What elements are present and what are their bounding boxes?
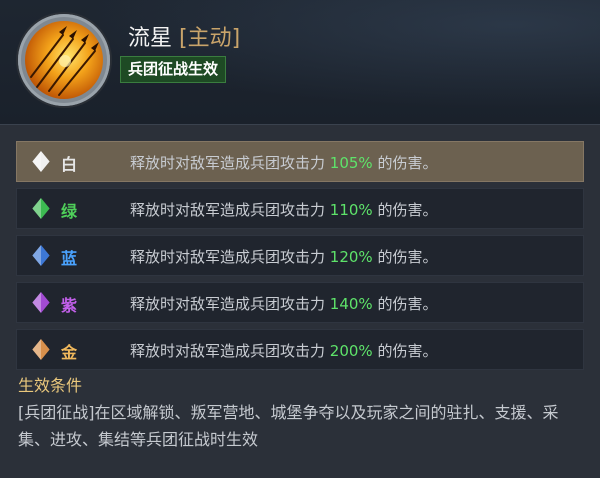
tier-desc-suffix: 的伤害。	[372, 342, 438, 360]
tier-desc-suffix: 的伤害。	[372, 154, 438, 172]
tier-row[interactable]: 白 释放时对敌军造成兵团攻击力 105% 的伤害。	[16, 141, 584, 182]
tier-damage-value: 105%	[329, 154, 373, 172]
tier-desc-suffix: 的伤害。	[372, 248, 438, 266]
tier-description: 释放时对敌军造成兵团攻击力 140% 的伤害。	[130, 293, 437, 314]
tier-damage-value: 120%	[329, 248, 373, 266]
tier-row[interactable]: 蓝 释放时对敌军造成兵团攻击力 120% 的伤害。	[16, 235, 584, 276]
meteor-skill-icon	[18, 14, 110, 106]
skill-type: [主动]	[179, 26, 241, 51]
green-gem-icon	[32, 197, 50, 220]
tier-desc-prefix: 释放时对敌军造成兵团攻击力	[130, 342, 330, 360]
blue-gem-icon	[32, 244, 50, 267]
white-gem-icon	[32, 150, 50, 173]
tier-row[interactable]: 紫 释放时对敌军造成兵团攻击力 140% 的伤害。	[16, 282, 584, 323]
tier-description: 释放时对敌军造成兵团攻击力 110% 的伤害。	[130, 199, 437, 220]
tier-row[interactable]: 金 释放时对敌军造成兵团攻击力 200% 的伤害。	[16, 329, 584, 370]
tier-desc-prefix: 释放时对敌军造成兵团攻击力	[130, 248, 330, 266]
tier-name: 紫	[61, 296, 78, 315]
tier-damage-value: 200%	[329, 342, 373, 360]
tier-row[interactable]: 绿 释放时对敌军造成兵团攻击力 110% 的伤害。	[16, 188, 584, 229]
tier-desc-prefix: 释放时对敌军造成兵团攻击力	[130, 154, 330, 172]
tier-name: 绿	[61, 202, 78, 221]
tier-name: 蓝	[61, 249, 78, 268]
purple-gem-icon	[32, 291, 50, 314]
tier-desc-suffix: 的伤害。	[372, 295, 438, 313]
skill-name: 流星	[128, 26, 173, 51]
tier-list: 白释放时对敌军造成兵团攻击力 105% 的伤害。绿释放时对敌军造成兵团攻击力 1…	[16, 141, 584, 376]
conditions-title: 生效条件	[18, 376, 83, 395]
skill-title: 流星 [主动]	[128, 20, 240, 52]
tier-damage-value: 140%	[329, 295, 373, 313]
conditions-text: [兵团征战]在区域解锁、叛军营地、城堡争夺以及玩家之间的驻扎、支援、采集、进攻、…	[18, 403, 559, 449]
tier-desc-suffix: 的伤害。	[372, 201, 438, 219]
tier-name: 白	[61, 155, 78, 174]
tier-description: 释放时对敌军造成兵团攻击力 200% 的伤害。	[130, 340, 437, 361]
tier-description: 释放时对敌军造成兵团攻击力 105% 的伤害。	[130, 152, 437, 173]
tier-desc-prefix: 释放时对敌军造成兵团攻击力	[130, 295, 330, 313]
skill-header: 流星 [主动] 兵团征战生效	[0, 0, 600, 125]
gold-gem-icon	[32, 338, 50, 361]
legion-tag-badge: 兵团征战生效	[120, 56, 227, 83]
tier-name: 金	[61, 343, 78, 362]
meteor-icon	[25, 21, 103, 99]
tier-damage-value: 110%	[329, 201, 373, 219]
tier-description: 释放时对敌军造成兵团攻击力 120% 的伤害。	[130, 246, 437, 267]
tier-desc-prefix: 释放时对敌军造成兵团攻击力	[130, 201, 330, 219]
